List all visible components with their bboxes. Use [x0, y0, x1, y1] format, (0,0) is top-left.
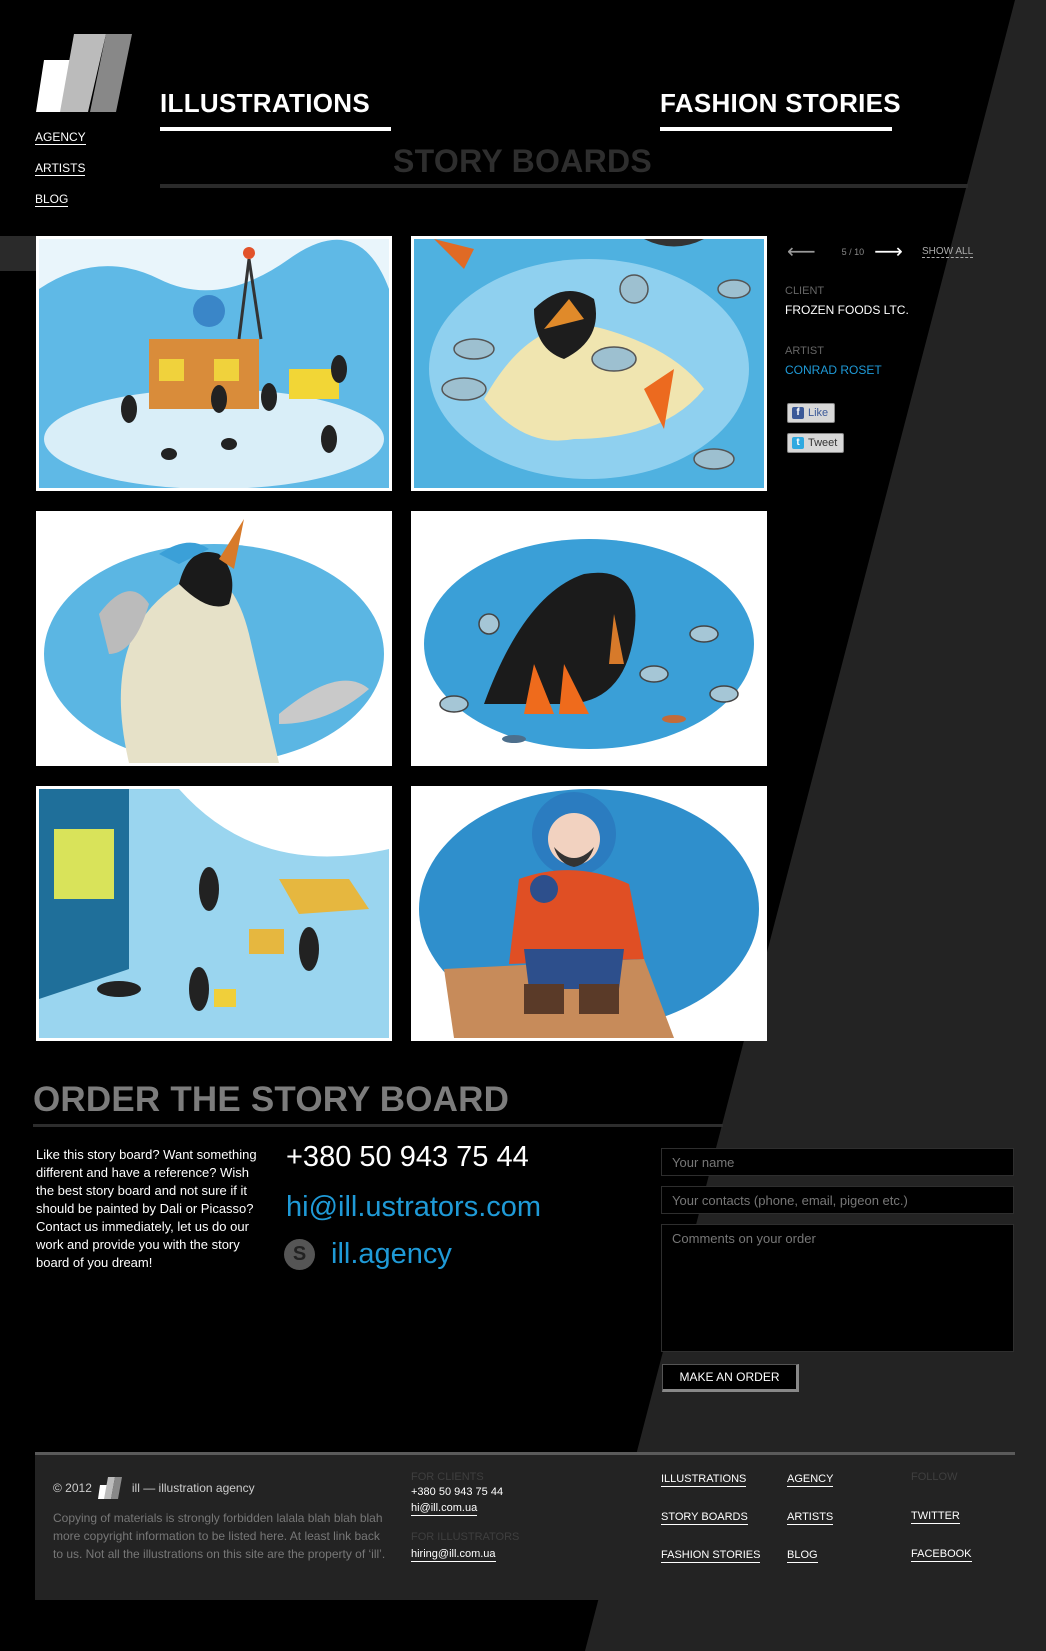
image-penguins-boxes: [39, 789, 389, 1038]
image-penguin-cans: [414, 239, 764, 488]
make-order-button[interactable]: MAKE AN ORDER: [662, 1364, 799, 1392]
contact-email[interactable]: hi@ill.ustrators.com: [286, 1191, 541, 1224]
client-label: CLIENT: [785, 285, 825, 297]
illustrators-email-link[interactable]: hiring@ill.com.ua: [411, 1547, 496, 1562]
like-label: Like: [808, 407, 829, 419]
client-value: FROZEN FOODS LTC.: [785, 303, 909, 317]
show-all-link[interactable]: SHOW ALL: [922, 246, 974, 258]
artist-label: ARTIST: [785, 345, 824, 357]
copyright-note: Copying of materials is strongly forbidd…: [53, 1511, 386, 1561]
gallery-image-6[interactable]: [411, 786, 767, 1041]
gallery-pager: ⟵ 5 / 10 ⟶: [787, 242, 903, 262]
facebook-like-button[interactable]: f Like: [787, 403, 836, 423]
footer-link-illustrations[interactable]: ILLUSTRATIONS: [661, 1472, 747, 1487]
tweet-button[interactable]: t Tweet: [787, 433, 845, 453]
nav-blog[interactable]: BLOG: [35, 192, 69, 207]
logo[interactable]: [36, 34, 132, 112]
footer-link-story-boards[interactable]: STORY BOARDS: [661, 1510, 748, 1525]
clients-email-link[interactable]: hi@ill.com.ua: [411, 1501, 478, 1516]
image-station-penguins: [39, 239, 389, 488]
contact-phone: +380 50 943 75 44: [286, 1141, 529, 1173]
gallery-image-1[interactable]: [36, 236, 392, 491]
for-clients-label: FOR CLIENTS: [411, 1471, 484, 1483]
agency-name: ill — illustration agency: [131, 1481, 255, 1495]
image-penguin-fish-hat: [39, 514, 389, 763]
clients-phone: +380 50 943 75 44: [411, 1486, 504, 1498]
follow-label: FOLLOW: [911, 1471, 958, 1483]
copyright-year: © 2012: [53, 1481, 92, 1495]
artist-link[interactable]: CONRAD ROSET: [785, 363, 882, 377]
order-title: ORDER THE STORY BOARD: [33, 1080, 510, 1119]
tweet-label: Tweet: [808, 437, 838, 449]
gallery-image-4[interactable]: [411, 511, 767, 766]
prev-arrow-icon[interactable]: ⟵: [787, 242, 816, 262]
gallery-strip: [0, 236, 40, 271]
footer-link-artists[interactable]: ARTISTS: [787, 1510, 834, 1525]
category-fashion-stories[interactable]: FASHION STORIES: [660, 88, 901, 131]
facebook-icon: f: [792, 407, 804, 419]
image-penguin-bowing: [414, 514, 764, 763]
contact-skype[interactable]: S ill.agency: [284, 1238, 452, 1271]
footer-link-twitter[interactable]: TWITTER: [911, 1509, 960, 1524]
footer: © 2012 ill — illustration agency Copying…: [35, 1452, 1015, 1600]
order-description: Like this story board? Want something di…: [36, 1147, 257, 1270]
twitter-bird-icon: t: [792, 437, 804, 449]
footer-copyright: © 2012 ill — illustration agency: [53, 1477, 255, 1499]
next-arrow-icon[interactable]: ⟶: [874, 242, 903, 262]
category-illustrations[interactable]: ILLUSTRATIONS: [160, 88, 391, 131]
order-title-underline: [33, 1124, 723, 1127]
contacts-input[interactable]: Your contacts (phone, email, pigeon etc.…: [661, 1186, 1014, 1214]
for-illustrators-label: FOR ILLUSTRATORS: [411, 1531, 520, 1543]
story-boards-underline: [160, 184, 968, 188]
skype-handle: ill.agency: [331, 1238, 452, 1270]
footer-link-fashion-stories[interactable]: FASHION STORIES: [661, 1548, 761, 1563]
footer-logo: [97, 1477, 122, 1499]
comments-textarea[interactable]: Comments on your order: [661, 1224, 1014, 1352]
gallery-image-2[interactable]: [411, 236, 767, 491]
footer-link-agency[interactable]: AGENCY: [787, 1472, 834, 1487]
gallery-image-3[interactable]: [36, 511, 392, 766]
nav-artists[interactable]: ARTISTS: [35, 161, 86, 176]
side-nav: AGENCY ARTISTS BLOG: [35, 130, 86, 223]
skype-icon: S: [284, 1239, 315, 1270]
image-eskimo-sitting: [414, 789, 764, 1038]
gallery-image-5[interactable]: [36, 786, 392, 1041]
footer-link-facebook[interactable]: FACEBOOK: [911, 1547, 972, 1562]
name-input[interactable]: Your name: [661, 1148, 1014, 1176]
footer-link-blog[interactable]: BLOG: [787, 1548, 818, 1563]
category-story-boards[interactable]: STORY BOARDS: [393, 143, 652, 180]
nav-agency[interactable]: AGENCY: [35, 130, 86, 145]
page-counter: 5 / 10: [841, 247, 865, 257]
